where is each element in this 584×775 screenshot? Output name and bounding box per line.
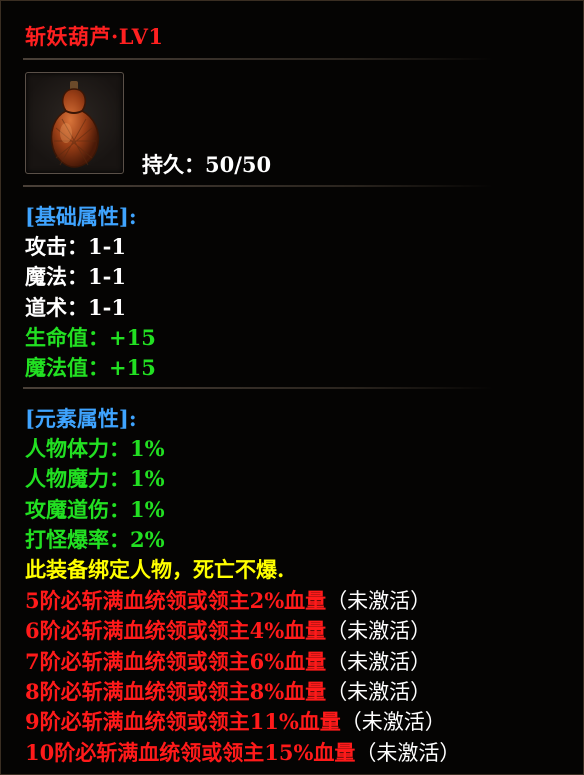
stat-attack: 攻击：1-1 [25, 234, 126, 259]
stat-drop-rate: 打怪爆率：2% [25, 527, 165, 552]
element-attributes-header: [元素属性]: [25, 406, 137, 431]
binding-note: 此装备绑定人物，死亡不爆. [25, 557, 285, 582]
set-bonus-row: 5阶必斩满血统领或领主2%血量（未激活） [25, 588, 432, 613]
set-bonus-row: 9阶必斩满血统领或领主11%血量（未激活） [25, 709, 446, 734]
stat-taoism: 道术：1-1 [25, 295, 126, 320]
basic-attributes-header: [基础属性]: [25, 204, 137, 229]
item-title: 斩妖葫芦·LV1 [25, 24, 164, 49]
stat-hp: 生命值：+15 [25, 325, 156, 350]
divider [23, 387, 493, 389]
item-icon-slot [25, 72, 124, 174]
set-bonus-row: 8阶必斩满血统领或领主8%血量（未激活） [25, 679, 432, 704]
stat-magic: 魔法：1-1 [25, 264, 126, 289]
gourd-icon [50, 81, 100, 168]
stat-mana-power: 人物魔力：1% [25, 466, 165, 491]
divider [23, 58, 493, 60]
durability-value: 50/50 [205, 152, 272, 177]
set-bonus-row: 6阶必斩满血统领或领主4%血量（未激活） [25, 618, 432, 643]
stat-mp: 魔法值：+15 [25, 355, 156, 380]
durability-label: 持久： [142, 152, 205, 177]
durability: 持久：50/50 [142, 149, 271, 179]
stat-physique: 人物体力：1% [25, 436, 165, 461]
item-tooltip: 斩妖葫芦·LV1 持久：50/50 [基础属性]: 攻击：1-1 魔法：1-1 … [0, 0, 584, 775]
stat-damage: 攻魔道伤：1% [25, 497, 165, 522]
divider [23, 185, 493, 187]
set-bonus-row: 7阶必斩满血统领或领主6%血量（未激活） [25, 649, 432, 674]
set-bonus-row: 10阶必斩满血统领或领主15%血量（未激活） [25, 740, 461, 765]
